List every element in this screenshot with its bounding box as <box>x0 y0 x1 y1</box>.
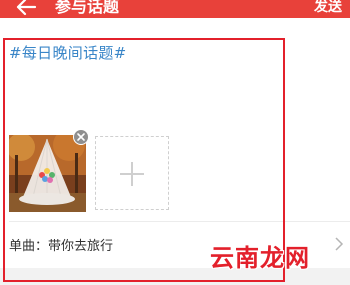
attached-photo[interactable] <box>9 135 86 212</box>
chevron-right-icon <box>335 237 344 251</box>
page-title: 参与话题 <box>55 0 120 16</box>
remove-photo-button[interactable] <box>73 129 89 145</box>
add-photo-button[interactable] <box>95 136 169 210</box>
photo-image <box>9 135 86 212</box>
close-icon <box>77 133 85 141</box>
back-arrow-icon[interactable] <box>14 0 38 17</box>
watermark: 云南龙网 <box>210 244 310 272</box>
song-label: 单曲：带你去旅行 <box>9 239 114 254</box>
divider <box>9 221 350 222</box>
topic-hashtag[interactable]: #每日晚间话题# <box>9 42 127 63</box>
top-bar: 参与话题 发送 <box>0 0 350 18</box>
send-button[interactable]: 发送 <box>314 0 342 17</box>
